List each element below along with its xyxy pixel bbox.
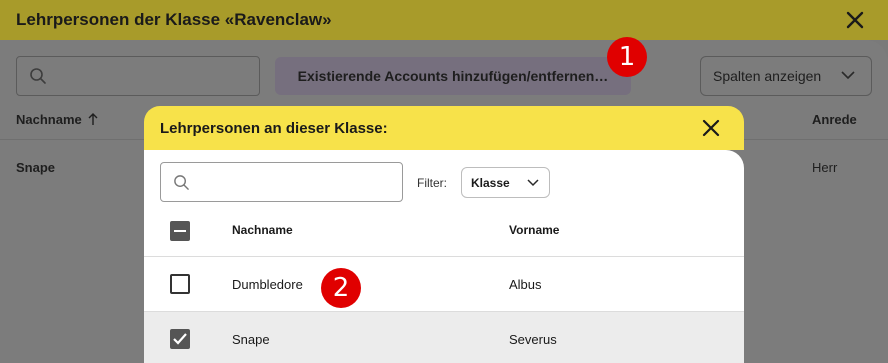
table-row[interactable]: Dumbledore Albus xyxy=(144,256,744,311)
outer-column-header-nachname[interactable]: Nachname xyxy=(16,112,98,127)
annotation-marker-1: 1 xyxy=(607,37,647,77)
cell-vorname: Severus xyxy=(509,332,557,347)
add-existing-accounts-button[interactable]: Existierende Accounts hinzufügen/entfern… xyxy=(275,57,631,95)
search-icon xyxy=(30,68,46,84)
inner-dialog-title: Lehrpersonen an dieser Klasse: xyxy=(160,119,388,137)
column-header-nachname[interactable]: Nachname xyxy=(232,223,293,237)
inner-dialog-header: Lehrpersonen an dieser Klasse: xyxy=(144,106,744,150)
outer-column-label: Anrede xyxy=(812,112,857,127)
outer-dialog-header: Lehrpersonen der Klasse «Ravenclaw» xyxy=(0,0,888,40)
outer-column-header-anrede[interactable]: Anrede xyxy=(812,112,857,127)
table-header: Nachname Vorname xyxy=(144,206,744,256)
chevron-down-icon xyxy=(841,71,855,80)
outer-cell-anrede: Herr xyxy=(812,160,838,175)
outer-search-input[interactable] xyxy=(16,56,260,96)
cell-nachname: Snape xyxy=(232,332,270,347)
outer-cell-nachname: Snape xyxy=(16,160,56,175)
row-checkbox[interactable] xyxy=(170,274,190,294)
filter-select[interactable]: Klasse xyxy=(461,167,550,198)
outer-column-label: Nachname xyxy=(16,112,82,127)
cell-vorname: Albus xyxy=(509,277,542,292)
sort-up-arrow-icon xyxy=(88,113,98,125)
inner-dialog-body: Filter: Klasse Nachname Vorname Dumbledo… xyxy=(144,150,744,363)
inner-search-input[interactable] xyxy=(160,162,403,202)
close-icon[interactable] xyxy=(844,9,866,31)
select-all-checkbox[interactable] xyxy=(170,221,190,241)
checkmark-icon xyxy=(173,333,187,345)
filter-label: Filter: xyxy=(417,176,447,190)
outer-dialog-title: Lehrpersonen der Klasse «Ravenclaw» xyxy=(16,10,332,29)
search-icon xyxy=(174,175,189,190)
show-columns-button[interactable]: Spalten anzeigen xyxy=(700,56,872,96)
annotation-marker-2: 2 xyxy=(321,268,361,308)
column-header-vorname[interactable]: Vorname xyxy=(509,223,559,237)
cell-nachname: Dumbledore xyxy=(232,277,303,292)
close-icon[interactable] xyxy=(700,117,722,139)
chevron-down-icon xyxy=(527,179,539,187)
row-checkbox[interactable] xyxy=(170,329,190,349)
add-existing-accounts-label: Existierende Accounts hinzufügen/entfern… xyxy=(297,68,609,84)
inner-dialog: Lehrpersonen an dieser Klasse: Filter: K… xyxy=(144,106,744,363)
show-columns-label: Spalten anzeigen xyxy=(713,68,822,84)
filter-selected-value: Klasse xyxy=(471,175,510,190)
table-row[interactable]: Snape Severus xyxy=(144,311,744,363)
